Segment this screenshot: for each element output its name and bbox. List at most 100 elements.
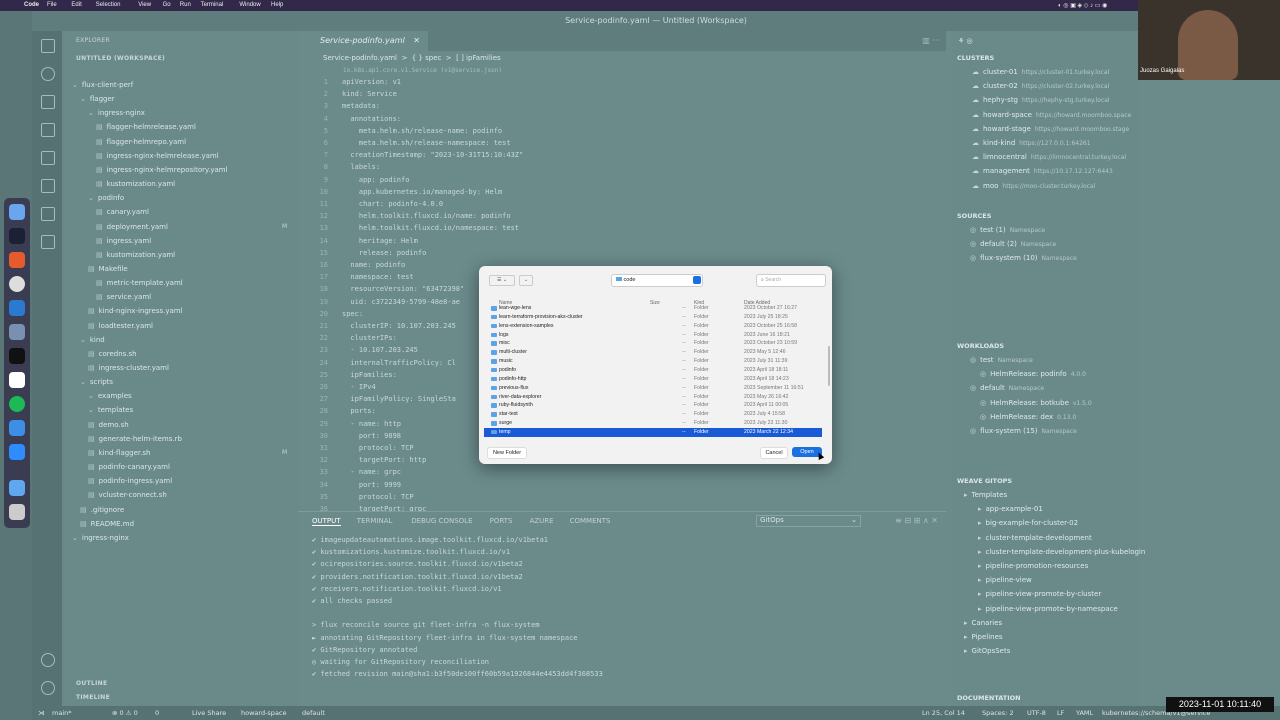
tree-file[interactable]: ▤ podinfo-ingress.yaml <box>88 477 172 485</box>
code-line[interactable]: - name: grpc <box>342 468 401 476</box>
cancel-button[interactable]: Cancel <box>760 447 788 459</box>
tab-ports[interactable]: PORTS <box>490 517 513 525</box>
code-line[interactable]: ports: <box>342 407 375 415</box>
section-header[interactable]: WORKLOADS <box>957 342 1004 350</box>
code-line[interactable]: targetPort: http <box>342 456 426 464</box>
outline-section[interactable]: OUTLINE <box>76 680 107 687</box>
menu-app-name[interactable]: Code <box>24 2 39 8</box>
location-select[interactable]: code <box>611 274 703 287</box>
code-line[interactable]: ipFamilyPolicy: SingleSta <box>342 395 455 403</box>
workload-item[interactable]: ◎ HelmRelease: botkube v1.5.0 <box>980 399 1092 407</box>
code-line[interactable]: meta.helm.sh/release-namespace: test <box>342 139 511 147</box>
tree-folder[interactable]: ⌄ ingress-nginx <box>88 109 145 117</box>
tree-file[interactable]: ▤ canary.yaml <box>96 208 149 216</box>
app-icon[interactable] <box>9 252 25 268</box>
cursor-position[interactable]: Ln 25, Col 14 <box>922 709 965 717</box>
weave-item[interactable]: ▸ Pipelines <box>964 633 1003 641</box>
cluster-item[interactable]: ☁ moo https://moo-cluster.turkey.local <box>972 182 1095 190</box>
problems[interactable]: ⊗ 0 ⚠ 0 <box>112 709 138 717</box>
section-header[interactable]: CLUSTERS <box>957 54 994 62</box>
code-line[interactable]: - 10.107.203.245 <box>342 346 417 354</box>
tree-file[interactable]: ▤ kind-flagger.sh <box>88 449 150 457</box>
tree-folder[interactable]: ⌄ templates <box>88 406 133 414</box>
split-editor-icon[interactable]: ▥ ··· <box>922 36 940 45</box>
file-row[interactable]: multi-cluster -- Folder 2023 May 5 12:46 <box>484 348 822 357</box>
file-row[interactable]: star-test -- Folder 2023 July 4 15:58 <box>484 410 822 419</box>
tree-folder[interactable]: ⌄ scripts <box>80 378 113 386</box>
new-folder-button[interactable]: New Folder <box>487 447 527 459</box>
weave-item[interactable]: ▸ Templates <box>964 491 1007 499</box>
file-row[interactable]: river-data-explorer -- Folder 2023 May 26 1… <box>484 393 822 402</box>
weave-item[interactable]: ▸ app-example-01 <box>978 505 1043 513</box>
code-line[interactable]: helm.toolkit.fluxcd.io/namespace: test <box>342 224 519 232</box>
kube-context[interactable]: howard-space <box>241 709 287 717</box>
kube-namespace[interactable]: default <box>302 709 325 717</box>
menu-item[interactable]: Terminal <box>201 2 224 8</box>
weave-item[interactable]: ▸ pipeline-view-promote-by-namespace <box>978 605 1118 613</box>
search-icon[interactable] <box>41 67 55 81</box>
menu-item[interactable]: Edit <box>71 2 81 8</box>
file-row[interactable]: lens-extension-samples -- Folder 2023 Octob… <box>484 322 822 331</box>
code-line[interactable]: heritage: Helm <box>342 237 418 245</box>
workspace-title[interactable]: UNTITLED (WORKSPACE) <box>76 55 165 62</box>
language-mode[interactable]: YAML <box>1076 709 1093 717</box>
tree-file[interactable]: ▤ demo.sh <box>88 421 129 429</box>
menu-item[interactable]: View <box>138 2 151 8</box>
code-line[interactable]: kind: Service <box>342 90 397 98</box>
tree-file[interactable]: ▤ generate-helm-items.rb <box>88 435 182 443</box>
tree-folder[interactable]: ⌄ flagger <box>80 95 115 103</box>
code-line[interactable]: name: podinfo <box>342 261 405 269</box>
code-line[interactable]: annotations: <box>342 115 401 123</box>
code-line[interactable]: helm.toolkit.fluxcd.io/name: podinfo <box>342 212 511 220</box>
tree-folder[interactable]: ⌄ examples <box>88 392 132 400</box>
weave-item[interactable]: ▸ Canaries <box>964 619 1002 627</box>
app-icon[interactable] <box>9 228 25 244</box>
code-line[interactable]: protocol: TCP <box>342 493 414 501</box>
source-item[interactable]: ◎ test (1) Namespace <box>970 226 1045 234</box>
tree-file[interactable]: ▤ kustomization.yaml <box>96 251 175 259</box>
code-line[interactable]: clusterIP: 10.107.203.245 <box>342 322 455 330</box>
weave-item[interactable]: ▸ pipeline-view <box>978 576 1032 584</box>
app-icon[interactable] <box>9 324 25 340</box>
tree-folder[interactable]: ⌄ ingress-nginx <box>72 534 129 542</box>
tab-comments[interactable]: COMMENTS <box>570 517 611 525</box>
folder-icon[interactable] <box>9 480 25 496</box>
code-line[interactable]: namespace: test <box>342 273 413 281</box>
timeline-section[interactable]: TIMELINE <box>76 694 110 701</box>
cluster-item[interactable]: ☁ howard-space https://howard.moomboo.spac… <box>972 111 1131 119</box>
app-icon[interactable] <box>9 420 25 436</box>
section-header[interactable]: WEAVE GITOPS <box>957 477 1012 485</box>
panel-actions[interactable]: ≡ ⊟ ⊞ ∧ ✕ <box>895 516 938 525</box>
tree-file[interactable]: ▤ podinfo-canary.yaml <box>88 463 170 471</box>
branch[interactable]: main* <box>52 709 72 717</box>
cluster-item[interactable]: ☁ howard-stage https://howard.moomboo.stag… <box>972 125 1129 133</box>
workload-item[interactable]: ◎ flux-system (15) Namespace <box>970 427 1077 435</box>
code-line[interactable]: chart: podinfo-4.0.0 <box>342 200 443 208</box>
tree-file[interactable]: ▤ ingress-cluster.yaml <box>88 364 169 372</box>
code-line[interactable]: - name: http <box>342 420 401 428</box>
ports[interactable]: 0 <box>155 709 159 717</box>
tree-file[interactable]: ▤ kind-nginx-ingress.yaml <box>88 307 183 315</box>
file-row[interactable]: temp -- Folder 2023 March 22 12:34 <box>484 427 822 437</box>
group-button[interactable]: ⌄ <box>519 275 533 286</box>
tree-folder[interactable]: ⌄ podinfo <box>88 194 124 202</box>
file-row[interactable]: podinfo -- Folder 2023 April 18 18:11 <box>484 366 822 375</box>
output-channel-select[interactable]: GitOps ⌄ <box>756 515 861 527</box>
view-mode-button[interactable]: ☰ ⌄ <box>489 275 515 286</box>
weave-item[interactable]: ▸ GitOpsSets <box>964 647 1010 655</box>
tree-file[interactable]: ▤ loadtester.yaml <box>88 322 153 330</box>
trash-icon[interactable] <box>9 504 25 520</box>
file-row[interactable]: ruby-fluidsynth -- Folder 2023 April 11 00:… <box>484 401 822 410</box>
tab-output[interactable]: OUTPUT <box>312 517 341 526</box>
file-row[interactable]: podinfo-http -- Folder 2023 April 18 14:23 <box>484 375 822 384</box>
file-row[interactable]: logs -- Folder 2023 June 16 18:21 <box>484 331 822 340</box>
source-item[interactable]: ◎ flux-system (10) Namespace <box>970 254 1077 262</box>
terminal-icon[interactable] <box>9 348 25 364</box>
section-header[interactable]: SOURCES <box>957 212 991 220</box>
code-line[interactable]: creationTimestamp: "2023-10-31T15:10:43Z… <box>342 151 523 159</box>
cluster-item[interactable]: ☁ cluster-01 https://cluster-01.turkey.loc… <box>972 68 1109 76</box>
source-item[interactable]: ◎ default (2) Namespace <box>970 240 1056 248</box>
indentation[interactable]: Spaces: 2 <box>982 709 1014 717</box>
source-control-icon[interactable] <box>41 95 55 109</box>
file-row[interactable]: misc -- Folder 2023 October 23 10:59 <box>484 339 822 348</box>
